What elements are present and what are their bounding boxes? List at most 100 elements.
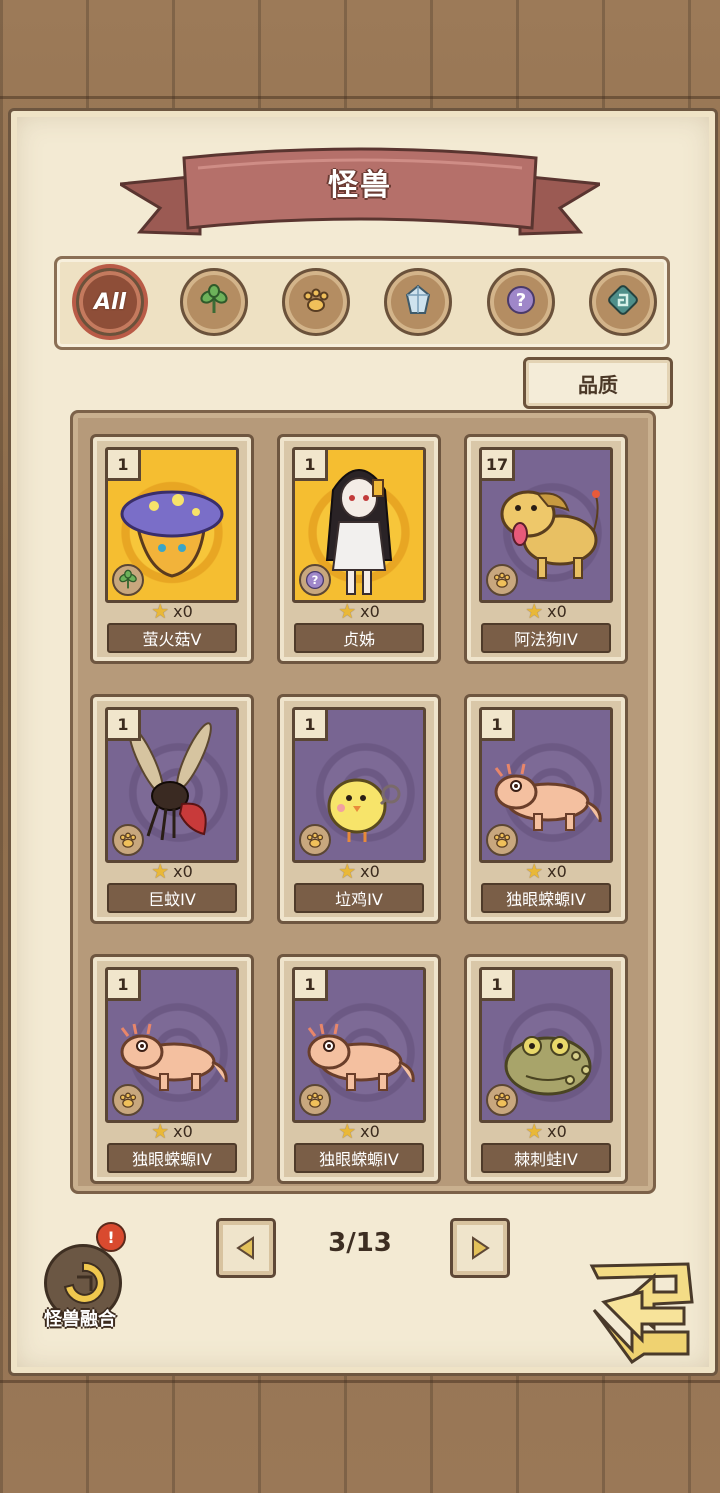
card-count-badge: 1 <box>295 710 328 741</box>
star-count: x0 <box>360 1121 380 1141</box>
monster-card[interactable]: 1? ★ x0 贞姊 <box>277 434 441 664</box>
page-indicator: 3/13 <box>328 1228 392 1258</box>
paw-type-icon <box>486 1084 518 1116</box>
star-icon: ★ <box>151 599 170 623</box>
star-icon: ★ <box>525 1119 544 1143</box>
quality-sort-button[interactable]: 品质 <box>523 357 673 409</box>
fusion-label: 怪兽融合 <box>44 1309 116 1330</box>
leaf-icon <box>197 283 231 321</box>
monster-portrait: 1 <box>479 707 613 863</box>
monster-portrait: 1 <box>292 707 426 863</box>
monster-portrait: 1 <box>105 967 239 1123</box>
monster-portrait: 1 <box>105 707 239 863</box>
card-count-badge: 1 <box>482 710 515 741</box>
paw-type-icon <box>112 1084 144 1116</box>
star-count: x0 <box>547 1121 567 1141</box>
monster-name: 独眼蝾螈IV <box>107 1143 237 1173</box>
fusion-swirl-icon <box>63 1261 106 1304</box>
star-rating: ★ x0 <box>280 859 438 883</box>
monster-card[interactable]: 1 ★ x0 棘刺蛙IV <box>464 954 628 1184</box>
monster-name: 独眼蝾螈IV <box>481 883 611 913</box>
monster-portrait: 1 <box>105 447 239 603</box>
star-rating: ★ x0 <box>93 599 251 623</box>
question-icon: ? <box>504 283 538 321</box>
filter-plant-button[interactable] <box>180 268 248 336</box>
monster-card[interactable]: 17 ★ x0 阿法狗IV <box>464 434 628 664</box>
star-count: x0 <box>360 861 380 881</box>
paw-type-icon <box>299 1084 331 1116</box>
next-page-button[interactable] <box>450 1218 510 1278</box>
star-icon: ★ <box>338 859 357 883</box>
star-count: x0 <box>173 861 193 881</box>
star-rating: ★ x0 <box>93 859 251 883</box>
filter-bar <box>54 256 670 350</box>
paw-type-icon <box>112 824 144 856</box>
card-count-badge: 1 <box>108 710 141 741</box>
star-icon: ★ <box>338 1119 357 1143</box>
star-rating: ★ x0 <box>93 1119 251 1143</box>
monster-card[interactable]: 1 ★ x0 独眼蝾螈IV <box>277 954 441 1184</box>
card-count-badge: 1 <box>108 450 141 481</box>
monster-card[interactable]: 1 ★ x0 垃鸡IV <box>277 694 441 924</box>
filter-mystery-button[interactable]: ? <box>487 268 555 336</box>
filter-all-button[interactable]: All <box>76 268 144 336</box>
star-icon: ★ <box>525 599 544 623</box>
monster-name: 棘刺蛙IV <box>481 1143 611 1173</box>
filter-beast-button[interactable] <box>282 268 350 336</box>
svg-text:?: ? <box>516 290 526 311</box>
page-title: 怪兽 <box>328 168 392 203</box>
star-count: x0 <box>547 601 567 621</box>
monster-card[interactable]: 1 ★ x0 巨蚊IV <box>90 694 254 924</box>
monster-name: 阿法狗IV <box>481 623 611 653</box>
filter-special-button[interactable] <box>589 268 657 336</box>
rune-icon <box>606 283 640 321</box>
star-icon: ★ <box>338 599 357 623</box>
board-seam <box>0 1380 720 1383</box>
monster-name: 独眼蝾螈IV <box>294 1143 424 1173</box>
svg-text:?: ? <box>312 573 319 587</box>
paw-type-icon <box>486 824 518 856</box>
back-arrow-button[interactable] <box>584 1258 700 1364</box>
card-count-badge: 17 <box>482 450 515 481</box>
star-rating: ★ x0 <box>467 859 625 883</box>
paw-icon <box>299 283 333 321</box>
question-type-icon: ? <box>299 564 331 596</box>
card-count-badge: 1 <box>295 970 328 1001</box>
prev-page-button[interactable] <box>216 1218 276 1278</box>
triangle-right-icon <box>472 1236 490 1260</box>
star-count: x0 <box>360 601 380 621</box>
monster-card[interactable]: 1 ★ x0 独眼蝾螈IV <box>90 954 254 1184</box>
monster-portrait: 1 <box>292 967 426 1123</box>
star-rating: ★ x0 <box>467 599 625 623</box>
card-count-badge: 1 <box>295 450 328 481</box>
monster-name: 贞姊 <box>294 623 424 653</box>
star-icon: ★ <box>151 1119 170 1143</box>
monster-name: 垃鸡IV <box>294 883 424 913</box>
monster-portrait: 1? <box>292 447 426 603</box>
paw-type-icon <box>299 824 331 856</box>
monster-portrait: 17 <box>479 447 613 603</box>
board-seam <box>0 96 720 99</box>
triangle-left-icon <box>236 1236 254 1260</box>
monster-name: 巨蚊IV <box>107 883 237 913</box>
star-icon: ★ <box>525 859 544 883</box>
leaf-type-icon <box>112 564 144 596</box>
star-icon: ★ <box>151 859 170 883</box>
monster-card[interactable]: 1 ★ x0 独眼蝾螈IV <box>464 694 628 924</box>
crystal-icon <box>401 283 435 321</box>
star-rating: ★ x0 <box>280 1119 438 1143</box>
paw-type-icon <box>486 564 518 596</box>
filter-all-label: All <box>93 289 127 315</box>
star-count: x0 <box>173 1121 193 1141</box>
monster-card[interactable]: 1 ★ x0 萤火菇V <box>90 434 254 664</box>
star-count: x0 <box>173 601 193 621</box>
card-count-badge: 1 <box>108 970 141 1001</box>
star-rating: ★ x0 <box>280 599 438 623</box>
fusion-alert-badge: ! <box>96 1222 126 1252</box>
filter-crystal-button[interactable] <box>384 268 452 336</box>
star-count: x0 <box>547 861 567 881</box>
monster-portrait: 1 <box>479 967 613 1123</box>
card-count-badge: 1 <box>482 970 515 1001</box>
star-rating: ★ x0 <box>467 1119 625 1143</box>
monster-name: 萤火菇V <box>107 623 237 653</box>
